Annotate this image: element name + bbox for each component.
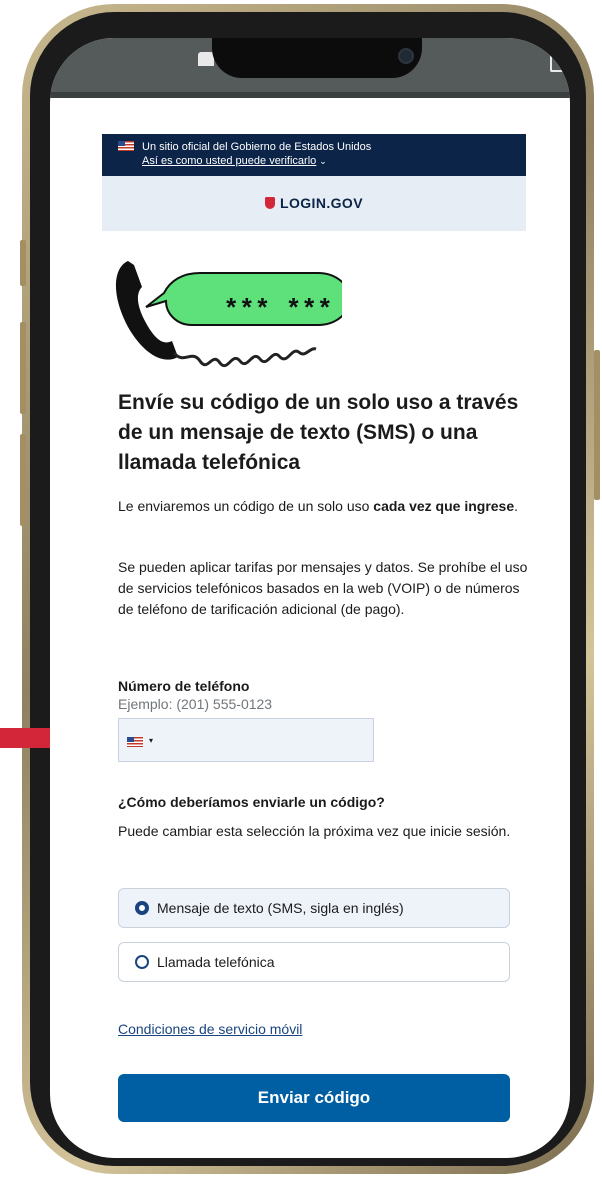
battery-icon	[550, 52, 564, 72]
shield-icon	[265, 197, 276, 209]
intro-suffix: .	[514, 498, 519, 514]
phone-number-label: Número de teléfono	[118, 678, 250, 694]
status-bar-divider	[50, 92, 570, 98]
delivery-question: ¿Cómo deberíamos enviarle un código?	[118, 794, 385, 810]
masked-code-text: *** ***	[223, 295, 332, 325]
phone-number-hint: Ejemplo: (201) 555-0123	[118, 696, 273, 712]
radio-option-voice[interactable]: Llamada telefónica	[118, 942, 510, 982]
intro-bold: cada vez que ingrese	[373, 498, 515, 514]
intro-prefix: Le enviaremos un código de un solo uso	[118, 498, 374, 514]
gov-banner: Un sitio oficial del Gobierno de Estados…	[102, 134, 526, 176]
phone-number-input[interactable]: ▾	[118, 718, 374, 762]
site-header: LOGIN.GOV	[102, 176, 526, 231]
gov-verify-link[interactable]: Así es como usted puede verificarlo ⌄	[142, 155, 327, 167]
page-title: Envíe su código de un solo uso a través …	[118, 391, 519, 474]
caret-down-icon[interactable]: ▾	[149, 736, 153, 745]
send-code-button[interactable]: Enviar código	[118, 1074, 510, 1122]
volume-up-button	[20, 322, 26, 414]
country-flag-icon[interactable]	[127, 737, 143, 747]
radio-button-icon[interactable]	[135, 955, 149, 969]
mobile-terms-link[interactable]: Condiciones de servicio móvil	[118, 1021, 302, 1037]
gov-official-text: Un sitio oficial del Gobierno de Estados…	[142, 141, 372, 153]
volume-down-button	[20, 434, 26, 526]
radio-button-icon[interactable]	[135, 901, 149, 915]
login-gov-logo[interactable]: LOGIN.GOV	[102, 195, 526, 211]
us-flag-icon	[118, 141, 134, 151]
chevron-down-icon: ⌄	[319, 156, 327, 166]
phone-cord	[172, 347, 317, 367]
radio-label-sms: Mensaje de texto (SMS, sigla en inglés)	[157, 900, 404, 916]
power-button	[594, 350, 600, 500]
radio-label-voice: Llamada telefónica	[157, 954, 275, 970]
logo-text: LOGIN.GOV	[280, 195, 363, 211]
radio-option-sms[interactable]: Mensaje de texto (SMS, sigla en inglés)	[118, 888, 510, 928]
mute-switch	[20, 240, 26, 286]
phone-screen: Un sitio oficial del Gobierno de Estados…	[50, 38, 570, 1158]
delivery-help: Puede cambiar esta selección la próxima …	[118, 823, 511, 839]
camera-notch	[212, 38, 422, 78]
phone-sms-illustration: *** ***	[115, 261, 342, 367]
front-camera-icon	[398, 48, 414, 64]
intro-paragraph: Le enviaremos un código de un solo uso c…	[118, 496, 528, 517]
gov-verify-link-text[interactable]: Así es como usted puede verificarlo	[142, 155, 316, 167]
rates-paragraph: Se pueden aplicar tarifas por mensajes y…	[118, 559, 528, 617]
status-lock-icon	[198, 52, 214, 66]
